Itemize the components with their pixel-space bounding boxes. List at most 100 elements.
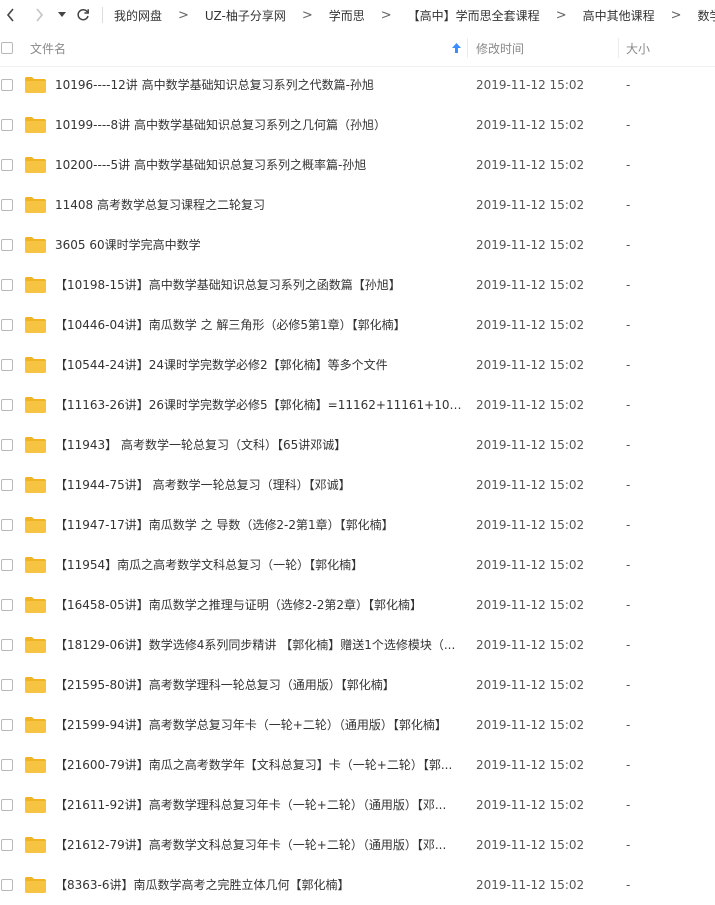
row-checkbox[interactable] (1, 599, 13, 611)
file-row[interactable]: 【21612-79讲】高考数学文科总复习年卡（一轮+二轮）（通用版）【邓... 2… (0, 825, 715, 865)
row-checkbox[interactable] (1, 439, 13, 451)
row-checkbox[interactable] (1, 759, 13, 771)
row-checkbox[interactable] (1, 319, 13, 331)
breadcrumb-separator-icon: > (178, 7, 189, 23)
row-checkbox[interactable] (1, 879, 13, 891)
back-button[interactable] (2, 5, 20, 25)
folder-icon (25, 397, 46, 413)
file-row[interactable]: 【11954】南瓜之高考数学文科总复习（一轮）【郭化楠】 2019-11-12 1… (0, 545, 715, 585)
column-date-label: 修改时间 (476, 41, 525, 56)
select-all-checkbox[interactable] (1, 42, 13, 54)
row-checkbox[interactable] (1, 679, 13, 691)
row-checkbox[interactable] (1, 239, 13, 251)
folder-icon (25, 797, 46, 813)
file-row[interactable]: 【10446-04讲】南瓜数学 之 解三角形（必修5第1章）【郭化楠】 2019-… (0, 305, 715, 345)
file-row[interactable]: 【11163-26讲】26课时学完数学必修5【郭化楠】=11162+11161+… (0, 385, 715, 425)
sort-up-arrow-icon[interactable] (452, 43, 461, 53)
file-modified-time: 2019-11-12 15:02 (476, 518, 585, 532)
file-name[interactable]: 11408 高考数学总复习课程之二轮复习 (55, 185, 465, 225)
file-name[interactable]: 10196----12讲 高中数学基础知识总复习系列之代数篇-孙旭 (55, 65, 465, 105)
file-name[interactable]: 【21611-92讲】高考数学理科总复习年卡（一轮+二轮）（通用版）【邓... (55, 785, 465, 825)
row-checkbox[interactable] (1, 399, 13, 411)
forward-button[interactable] (30, 5, 48, 25)
file-name[interactable]: 10199----8讲 高中数学基础知识总复习系列之几何篇（孙旭） (55, 105, 465, 145)
row-checkbox[interactable] (1, 279, 13, 291)
navigation-bar: 我的网盘 > UZ-柚子分享网 > 学而思 > 【高中】学而思全套课程 > 高中其他课程 > 数学其… (0, 0, 715, 30)
file-name[interactable]: 【10446-04讲】南瓜数学 之 解三角形（必修5第1章）【郭化楠】 (55, 305, 465, 345)
breadcrumb-item[interactable]: UZ-柚子分享网 (197, 7, 294, 24)
row-checkbox[interactable] (1, 559, 13, 571)
column-divider[interactable] (467, 38, 468, 58)
folder-icon (25, 317, 46, 333)
file-name[interactable]: 【21595-80讲】高考数学理科一轮总复习（通用版）【郭化楠】 (55, 665, 465, 705)
file-name[interactable]: 【11944-75讲】 高考数学一轮总复习（理科）【邓诚】 (55, 465, 465, 505)
row-checkbox[interactable] (1, 159, 13, 171)
file-row[interactable]: 10196----12讲 高中数学基础知识总复习系列之代数篇-孙旭 2019-11… (0, 65, 715, 105)
row-checkbox[interactable] (1, 839, 13, 851)
file-row[interactable]: 11408 高考数学总复习课程之二轮复习 2019-11-12 15:02 - (0, 185, 715, 225)
row-checkbox[interactable] (1, 519, 13, 531)
file-size: - (626, 758, 631, 772)
file-name[interactable]: 【11954】南瓜之高考数学文科总复习（一轮）【郭化楠】 (55, 545, 465, 585)
row-checkbox[interactable] (1, 719, 13, 731)
row-checkbox[interactable] (1, 199, 13, 211)
file-modified-time: 2019-11-12 15:02 (476, 558, 585, 572)
file-row[interactable]: 【21600-79讲】南瓜之高考数学年【文科总复习】卡（一轮+二轮）【郭... 2… (0, 745, 715, 785)
file-row[interactable]: 【11944-75讲】 高考数学一轮总复习（理科）【邓诚】 2019-11-12 … (0, 465, 715, 505)
breadcrumb-item[interactable]: 高中其他课程 (575, 7, 663, 24)
column-header-size[interactable]: 大小 (626, 30, 650, 66)
breadcrumb-item[interactable]: 学而思 (321, 7, 373, 24)
row-checkbox[interactable] (1, 79, 13, 91)
file-name[interactable]: 【21599-94讲】高考数学总复习年卡（一轮+二轮）（通用版）【郭化楠】 (55, 705, 465, 745)
column-divider[interactable] (618, 38, 619, 58)
file-name[interactable]: 【21600-79讲】南瓜之高考数学年【文科总复习】卡（一轮+二轮）【郭... (55, 745, 465, 785)
column-header-name[interactable]: 文件名 (30, 30, 66, 66)
file-name[interactable]: 【10198-15讲】高中数学基础知识总复习系列之函数篇【孙旭】 (55, 265, 465, 305)
file-name[interactable]: 3605 60课时学完高中数学 (55, 225, 465, 265)
file-name[interactable]: 【8363-6讲】南瓜数学高考之完胜立体几何【郭化楠】 (55, 865, 465, 905)
row-checkbox[interactable] (1, 479, 13, 491)
folder-icon (25, 877, 46, 893)
row-checkbox[interactable] (1, 639, 13, 651)
breadcrumb-separator-icon: > (670, 7, 682, 23)
file-size: - (626, 438, 631, 452)
row-checkbox[interactable] (1, 119, 13, 131)
file-row[interactable]: 【8363-6讲】南瓜数学高考之完胜立体几何【郭化楠】 2019-11-12 15… (0, 865, 715, 905)
file-name[interactable]: 【10544-24讲】24课时学完数学必修2【郭化楠】等多个文件 (55, 345, 465, 385)
row-checkbox[interactable] (1, 359, 13, 371)
file-row[interactable]: 【10198-15讲】高中数学基础知识总复习系列之函数篇【孙旭】 2019-11-… (0, 265, 715, 305)
file-modified-time: 2019-11-12 15:02 (476, 358, 585, 372)
caret-down-icon (58, 12, 66, 17)
breadcrumb-item[interactable]: 数学其他 (690, 7, 715, 24)
file-name[interactable]: 【11943】 高考数学一轮总复习（文科）【65讲邓诚】 (55, 425, 465, 465)
file-row[interactable]: 【16458-05讲】南瓜数学之推理与证明（选修2-2第2章）【郭化楠】 2019… (0, 585, 715, 625)
file-name[interactable]: 10200----5讲 高中数学基础知识总复习系列之概率篇-孙旭 (55, 145, 465, 185)
file-row[interactable]: 3605 60课时学完高中数学 2019-11-12 15:02 - (0, 225, 715, 265)
file-row[interactable]: 【18129-06讲】数学选修4系列同步精讲 【郭化楠】赠送1个选修模块（...… (0, 625, 715, 665)
file-row[interactable]: 【21595-80讲】高考数学理科一轮总复习（通用版）【郭化楠】 2019-11-… (0, 665, 715, 705)
breadcrumb-item[interactable]: 【高中】学而思全套课程 (400, 7, 548, 24)
file-row[interactable]: 【21599-94讲】高考数学总复习年卡（一轮+二轮）（通用版）【郭化楠】 201… (0, 705, 715, 745)
file-row[interactable]: 【21611-92讲】高考数学理科总复习年卡（一轮+二轮）（通用版）【邓... 2… (0, 785, 715, 825)
file-modified-time: 2019-11-12 15:02 (476, 878, 585, 892)
file-row[interactable]: 10199----8讲 高中数学基础知识总复习系列之几何篇（孙旭） 2019-11… (0, 105, 715, 145)
file-row[interactable]: 10200----5讲 高中数学基础知识总复习系列之概率篇-孙旭 2019-11-… (0, 145, 715, 185)
folder-icon (25, 557, 46, 573)
file-size: - (626, 638, 631, 652)
folder-icon (25, 117, 46, 133)
breadcrumb-item[interactable]: 我的网盘 (106, 7, 170, 24)
file-name[interactable]: 【11163-26讲】26课时学完数学必修5【郭化楠】=11162+11161+… (55, 385, 465, 425)
file-row[interactable]: 【11943】 高考数学一轮总复习（文科）【65讲邓诚】 2019-11-12 1… (0, 425, 715, 465)
history-dropdown-button[interactable] (56, 5, 68, 25)
folder-icon (25, 637, 46, 653)
row-checkbox[interactable] (1, 799, 13, 811)
file-name[interactable]: 【21612-79讲】高考数学文科总复习年卡（一轮+二轮）（通用版）【邓... (55, 825, 465, 865)
file-name[interactable]: 【18129-06讲】数学选修4系列同步精讲 【郭化楠】赠送1个选修模块（... (55, 625, 465, 665)
file-name[interactable]: 【16458-05讲】南瓜数学之推理与证明（选修2-2第2章）【郭化楠】 (55, 585, 465, 625)
file-name[interactable]: 【11947-17讲】南瓜数学 之 导数（选修2-2第1章）【郭化楠】 (55, 505, 465, 545)
file-row[interactable]: 【11947-17讲】南瓜数学 之 导数（选修2-2第1章）【郭化楠】 2019-… (0, 505, 715, 545)
file-row[interactable]: 【10544-24讲】24课时学完数学必修2【郭化楠】等多个文件 2019-11-… (0, 345, 715, 385)
refresh-button[interactable] (74, 5, 92, 25)
folder-icon (25, 597, 46, 613)
column-header-date[interactable]: 修改时间 (476, 30, 524, 66)
